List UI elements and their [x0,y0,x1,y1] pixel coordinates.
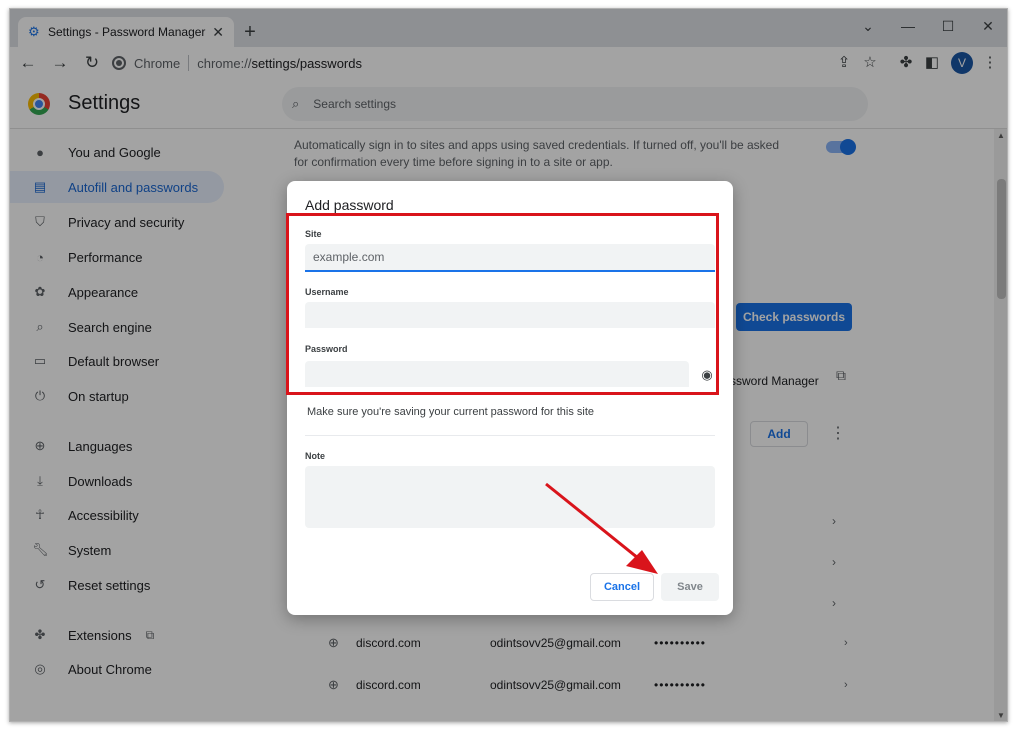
note-textarea[interactable] [305,466,715,528]
note-label: Note [305,451,325,461]
save-button[interactable]: Save [661,573,719,601]
dialog-divider [305,435,715,436]
password-hint: Make sure you're saving your current pas… [307,406,594,418]
dialog-title: Add password [305,197,394,213]
annotation-highlight-box [286,213,719,395]
cancel-button[interactable]: Cancel [590,573,654,601]
